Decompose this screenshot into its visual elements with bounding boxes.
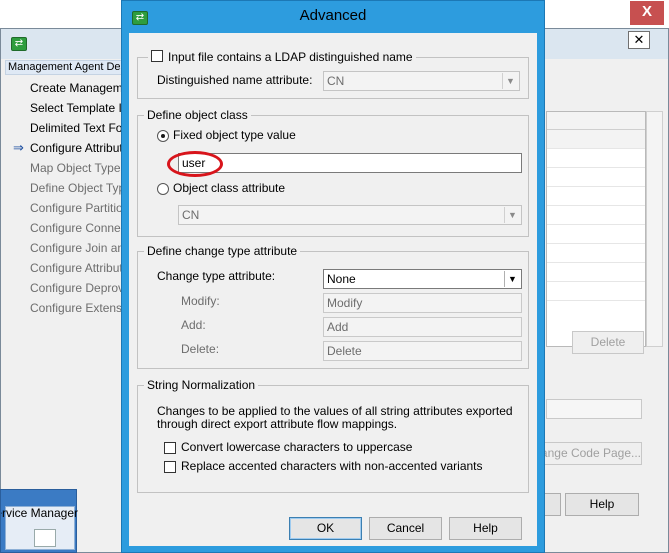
designer-step-item[interactable]: Create Management Agent	[11, 79, 136, 99]
uppercase-label: Convert lowercase characters to uppercas…	[181, 440, 413, 454]
change-type-attribute-label: Change type attribute:	[157, 269, 276, 283]
normalization-description-line2: through direct export attribute flow map…	[157, 417, 398, 431]
grid-row[interactable]	[547, 263, 645, 282]
thumbnail-mini-window	[34, 529, 56, 547]
grid-row[interactable]	[547, 206, 645, 225]
modify-value: Modify	[327, 296, 363, 310]
normalization-legend: String Normalization	[144, 378, 259, 392]
normalization-description-line1: Changes to be applied to the values of a…	[157, 404, 513, 418]
ldap-legend: Input file contains a LDAP distinguished…	[148, 50, 416, 64]
app-icon: ⇄	[11, 37, 27, 51]
dn-attribute-label: Distinguished name attribute:	[157, 73, 313, 87]
add-label: Add:	[181, 318, 206, 332]
designer-step-item[interactable]: Configure Connector Filter	[11, 219, 136, 239]
accents-checkbox[interactable]	[164, 461, 176, 473]
grid-row[interactable]	[547, 168, 645, 187]
grid-row[interactable]	[547, 130, 645, 149]
grid-row[interactable]	[547, 244, 645, 263]
ldap-dn-label: Input file contains a LDAP distinguished…	[168, 50, 413, 64]
fixed-object-type-label: Fixed object type value	[173, 128, 296, 142]
object-class-attribute-label: Object class attribute	[173, 181, 286, 195]
designer-step-item[interactable]: Configure Join and Projection Rules	[11, 239, 136, 259]
grid-row[interactable]	[547, 187, 645, 206]
accents-label: Replace accented characters with non-acc…	[181, 459, 483, 473]
dropdown-arrow-icon: ▼	[504, 271, 520, 287]
designer-step-label: Configure Partitions	[30, 201, 136, 215]
attributes-grid[interactable]	[546, 111, 646, 347]
delete-input[interactable]: Delete	[323, 341, 522, 361]
string-normalization-group: String Normalization Changes to be appli…	[137, 378, 529, 493]
current-step-arrow-icon: ⇒	[13, 140, 24, 155]
designer-step-item[interactable]: Select Template Input File	[11, 99, 136, 119]
delete-value: Delete	[327, 344, 362, 358]
object-class-attribute-select[interactable]: CN ▼	[178, 205, 522, 225]
change-type-attribute-value: None	[327, 272, 356, 286]
grid-row[interactable]	[547, 149, 645, 168]
designer-step-item[interactable]: Configure Partitions	[11, 199, 136, 219]
taskbar-thumbnail[interactable]: Synchronization Service Manager	[0, 489, 78, 553]
object-class-group: Define object class Fixed object type va…	[137, 108, 529, 237]
cancel-button[interactable]: Cancel	[369, 517, 442, 540]
change-code-page-label: Change Code Page...	[529, 446, 641, 460]
grid-row[interactable]	[547, 282, 645, 301]
add-value: Add	[327, 320, 349, 334]
fixed-object-type-radio[interactable]	[157, 130, 169, 142]
change-type-group: Define change type attribute Change type…	[137, 244, 529, 369]
delete-label: Delete:	[181, 342, 220, 356]
designer-step-item[interactable]: Configure Attribute Flow	[11, 259, 136, 279]
designer-step-item[interactable]: Configure Extensions	[11, 299, 136, 319]
uppercase-checkbox[interactable]	[164, 442, 176, 454]
modify-label: Modify:	[181, 294, 220, 308]
add-input[interactable]: Add	[323, 317, 522, 337]
delete-attribute-button[interactable]: Delete	[572, 331, 644, 354]
grid-row[interactable]	[547, 225, 645, 244]
grid-header	[547, 112, 645, 130]
taskbar-label: Synchronization Service Manager	[1, 506, 78, 520]
change-type-legend: Define change type attribute	[144, 244, 301, 258]
desktop-strip	[0, 0, 121, 28]
background-help-button[interactable]: Help	[565, 493, 639, 516]
designer-step-item[interactable]: Configure Deprovisioning	[11, 279, 136, 299]
taskbar-thumbnail-title: Synchronization Service Manager	[1, 506, 78, 520]
dialog-body: Input file contains a LDAP distinguished…	[129, 33, 537, 546]
designer-step-label: Map Object Types	[30, 161, 127, 175]
dn-attribute-select[interactable]: CN ▼	[323, 71, 520, 91]
dropdown-arrow-icon: ▼	[504, 207, 520, 223]
background-close-icon[interactable]: ✕	[628, 31, 650, 49]
help-button[interactable]: Help	[449, 517, 522, 540]
ok-button[interactable]: OK	[289, 517, 362, 540]
ldap-dn-checkbox[interactable]	[151, 50, 163, 62]
ldap-group: Input file contains a LDAP distinguished…	[137, 50, 529, 99]
dialog-title: Advanced	[299, 7, 367, 24]
grid-scrollbar[interactable]	[646, 111, 663, 347]
advanced-dialog: ⇄ Advanced X Input file contains a LDAP …	[121, 0, 664, 553]
object-class-legend: Define object class	[144, 108, 251, 122]
fixed-object-type-input[interactable]: user	[178, 153, 522, 173]
designer-step-item[interactable]: Delimited Text Format	[11, 119, 136, 139]
designer-step-label: Configure Attributes	[30, 141, 136, 155]
close-icon[interactable]: X	[630, 1, 664, 25]
designer-steps-list: Create Management AgentSelect Template I…	[11, 79, 136, 319]
object-class-attribute-radio[interactable]	[157, 183, 169, 195]
dn-attribute-value: CN	[327, 74, 345, 88]
change-type-attribute-select[interactable]: None ▼	[323, 269, 522, 289]
fixed-object-type-value: user	[182, 156, 206, 170]
designer-step-item[interactable]: Map Object Types	[11, 159, 136, 179]
object-class-attribute-value: CN	[182, 208, 200, 222]
dropdown-arrow-icon: ▼	[502, 73, 518, 89]
modify-input[interactable]: Modify	[323, 293, 522, 313]
attribute-details-panel	[546, 399, 642, 419]
designer-step-item[interactable]: Define Object Types	[11, 179, 136, 199]
designer-header: Management Agent Designer	[5, 60, 133, 75]
designer-step-item[interactable]: ⇒ Configure Attributes	[11, 139, 136, 159]
change-code-page-button[interactable]: Change Code Page...	[529, 442, 642, 465]
